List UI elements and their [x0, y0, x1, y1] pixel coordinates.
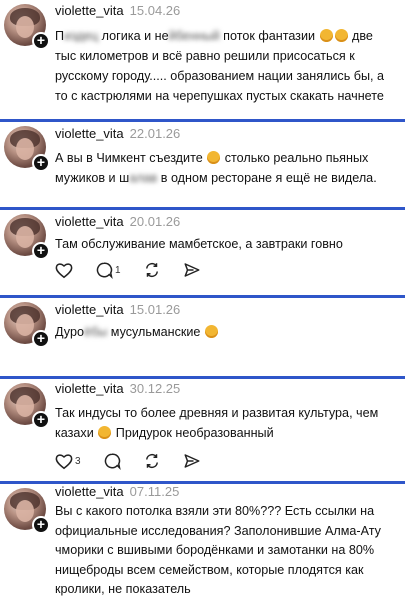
smirk-emoji-icon: [98, 426, 112, 439]
action-bar: 3: [55, 451, 223, 471]
share-icon: [184, 263, 200, 277]
comment-post: + violette_vita 20.01.26 Там обслуживание…: [0, 210, 405, 296]
avatar[interactable]: +: [4, 488, 50, 534]
comment-text: Там обслуживание мамбетское, а завтраки …: [55, 237, 343, 251]
avatar[interactable]: +: [4, 4, 50, 50]
avatar[interactable]: +: [4, 214, 50, 260]
comment-button[interactable]: 1: [95, 261, 121, 279]
post-date: 20.01.26: [129, 214, 181, 229]
share-button[interactable]: [183, 452, 201, 470]
username[interactable]: violette_vita: [55, 126, 124, 141]
plus-icon[interactable]: +: [32, 32, 50, 50]
comment-post: + violette_vita 15.01.26 Дуроёбы мусульма…: [0, 298, 405, 376]
repost-icon: [145, 453, 158, 469]
post-date: 30.12.25: [129, 381, 181, 396]
share-icon: [184, 454, 200, 468]
comment-text: Пиздец логика и нейбенный поток фантазии…: [55, 29, 385, 103]
comment-post: + violette_vita 15.04.26 Пиздец логика и …: [0, 0, 405, 120]
post-date: 15.01.26: [129, 302, 181, 317]
smirk-emoji-icon: [207, 151, 221, 164]
like-button[interactable]: 3: [55, 453, 81, 470]
avatar[interactable]: +: [4, 383, 50, 429]
like-button[interactable]: [55, 262, 73, 279]
comment-post: + violette_vita 22.01.26 А вы в Чимкент с…: [0, 122, 405, 208]
laughing-emoji-icon: [334, 29, 348, 42]
comment-icon: [104, 453, 121, 470]
comment-text: Так индусы то более древняя и развитая к…: [55, 406, 379, 440]
username[interactable]: violette_vita: [55, 484, 124, 499]
post-date: 15.04.26: [129, 3, 181, 18]
comment-text: Вы с какого потолка взяли эти 80%??? Ест…: [55, 504, 381, 596]
comment-count: 1: [115, 264, 121, 276]
repost-icon: [145, 262, 158, 278]
heart-icon: [55, 453, 73, 469]
heart-icon: [55, 262, 73, 278]
comment-text: Дуроёбы мусульманские: [55, 322, 393, 342]
share-button[interactable]: [183, 261, 201, 279]
repost-button[interactable]: [143, 261, 161, 279]
avatar[interactable]: +: [4, 126, 50, 172]
action-bar: 1: [55, 260, 223, 280]
comment-post: + violette_vita 07.11.25 Вы с какого пото…: [0, 484, 405, 597]
like-count: 3: [75, 455, 81, 467]
comment-button[interactable]: [103, 452, 121, 470]
plus-icon[interactable]: +: [32, 330, 50, 348]
smirk-emoji-icon: [204, 325, 218, 338]
plus-icon[interactable]: +: [32, 154, 50, 172]
username[interactable]: violette_vita: [55, 3, 124, 18]
username[interactable]: violette_vita: [55, 302, 124, 317]
plus-icon[interactable]: +: [32, 242, 50, 260]
laughing-emoji-icon: [319, 29, 333, 42]
post-date: 22.01.26: [129, 126, 181, 141]
avatar[interactable]: +: [4, 302, 50, 348]
plus-icon[interactable]: +: [32, 516, 50, 534]
comment-text: А вы в Чимкент съездите столько реально …: [55, 151, 377, 185]
comment-post: + violette_vita 30.12.25 Так индусы то бо…: [0, 379, 405, 483]
comments-feed: + violette_vita 15.04.26 Пиздец логика и …: [0, 0, 405, 597]
comment-icon: [96, 262, 113, 279]
repost-button[interactable]: [143, 452, 161, 470]
username[interactable]: violette_vita: [55, 381, 124, 396]
username[interactable]: violette_vita: [55, 214, 124, 229]
plus-icon[interactable]: +: [32, 411, 50, 429]
post-date: 07.11.25: [129, 484, 180, 499]
